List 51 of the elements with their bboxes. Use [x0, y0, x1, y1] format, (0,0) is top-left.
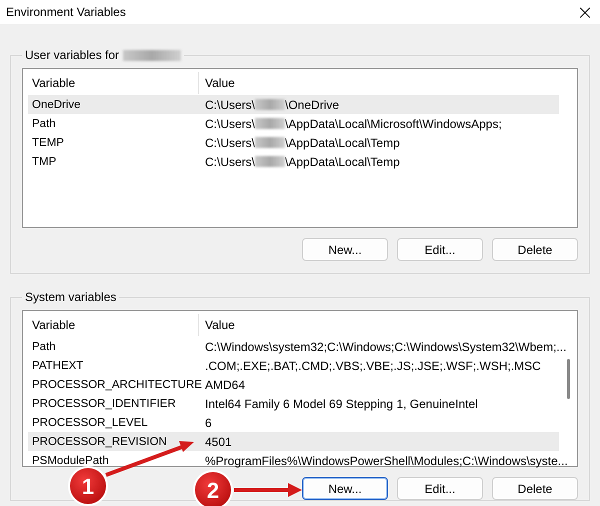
arrow [234, 483, 302, 497]
variable-value: %ProgramFiles%\WindowsPowerShell\Modules;C:\Windows\syste... [205, 454, 568, 468]
variable-row[interactable]: TMP C:\Users\ \AppData\Local\Temp [28, 152, 559, 171]
variable-row[interactable]: PATHEXT .COM;.EXE;.BAT;.CMD;.VBS;.VBE;.JS;.JSE;.WSF;.WSH;.MSC [28, 356, 559, 375]
variable-row[interactable]: OneDrive C:\Users\ \OneDrive [28, 95, 559, 114]
edit-button[interactable]: Edit... [397, 477, 483, 500]
variable-name: PATHEXT [31, 360, 84, 372]
delete-button[interactable]: Delete [492, 477, 578, 500]
variable-row[interactable]: TEMP C:\Users\ \AppData\Local\Temp [28, 133, 559, 152]
group-title: System variables [25, 290, 116, 304]
variable-name: Path [31, 118, 57, 130]
variable-value: C:\Users\ [205, 98, 256, 112]
variable-name: TMP [31, 156, 58, 168]
variable-value: AMD64 [205, 378, 246, 392]
variable-value: \AppData\Local\Temp [285, 136, 400, 150]
variable-name: PROCESSOR_LEVEL [31, 416, 149, 428]
new-button[interactable]: New... [302, 477, 388, 500]
variable-value: C:\Users\ [205, 154, 256, 168]
variable-value: C:\Users\ [205, 136, 256, 150]
variable-value: Intel64 Family 6 Model 69 Stepping 1, GenuineIntel [205, 396, 478, 410]
variable-row[interactable]: PROCESSOR_IDENTIFIER Intel64 Family 6 Model 69 Stepping 1, GenuineIntel [28, 394, 559, 413]
variable-name: OneDrive [31, 98, 82, 110]
delete-button[interactable]: Delete [492, 238, 578, 261]
variable-value: \OneDrive [285, 98, 340, 112]
variable-name: PROCESSOR_IDENTIFIER [31, 398, 177, 410]
window-title: Environment Variables [6, 5, 126, 19]
column-header[interactable]: Value [198, 72, 559, 94]
variable-name: Path [31, 340, 57, 352]
step-badge: 1 [68, 466, 108, 506]
variable-value: 6 [205, 416, 212, 430]
column-header[interactable]: Variable [28, 76, 198, 90]
step-badge: 2 [193, 470, 233, 506]
variable-row[interactable]: PROCESSOR_ARCHITECTURE AMD64 [28, 375, 559, 394]
variable-value: C:\Windows\system32;C:\Windows;C:\Windows\System32\Wbem;... [205, 340, 566, 354]
variable-name: PSModulePath [31, 454, 110, 466]
group-title: User variables for [25, 48, 120, 62]
variable-value: 4501 [205, 434, 232, 448]
variable-name: TEMP [31, 136, 65, 148]
variable-value: C:\Users\ [205, 116, 256, 130]
variable-value: \AppData\Local\Microsoft\WindowsApps; [285, 116, 502, 130]
variable-name: PROCESSOR_REVISION [31, 436, 168, 448]
new-button[interactable]: New... [302, 238, 388, 261]
close-button[interactable]: × [570, 0, 600, 24]
variable-value: \AppData\Local\Temp [285, 154, 400, 168]
variable-value: .COM;.EXE;.BAT;.CMD;.VBS;.VBE;.JS;.JSE;.WSF;.WSH;.MSC [205, 358, 541, 372]
variable-row[interactable]: PROCESSOR_LEVEL 6 [28, 413, 559, 432]
edit-button[interactable]: Edit... [397, 238, 483, 261]
variable-row[interactable]: Path C:\Users\ \AppData\Local\Microsoft\WindowsApps; [28, 114, 559, 133]
column-header[interactable]: Variable [28, 318, 198, 332]
variable-row[interactable]: PROCESSOR_REVISION 4501 [28, 432, 559, 451]
column-header[interactable]: Value [198, 314, 559, 336]
